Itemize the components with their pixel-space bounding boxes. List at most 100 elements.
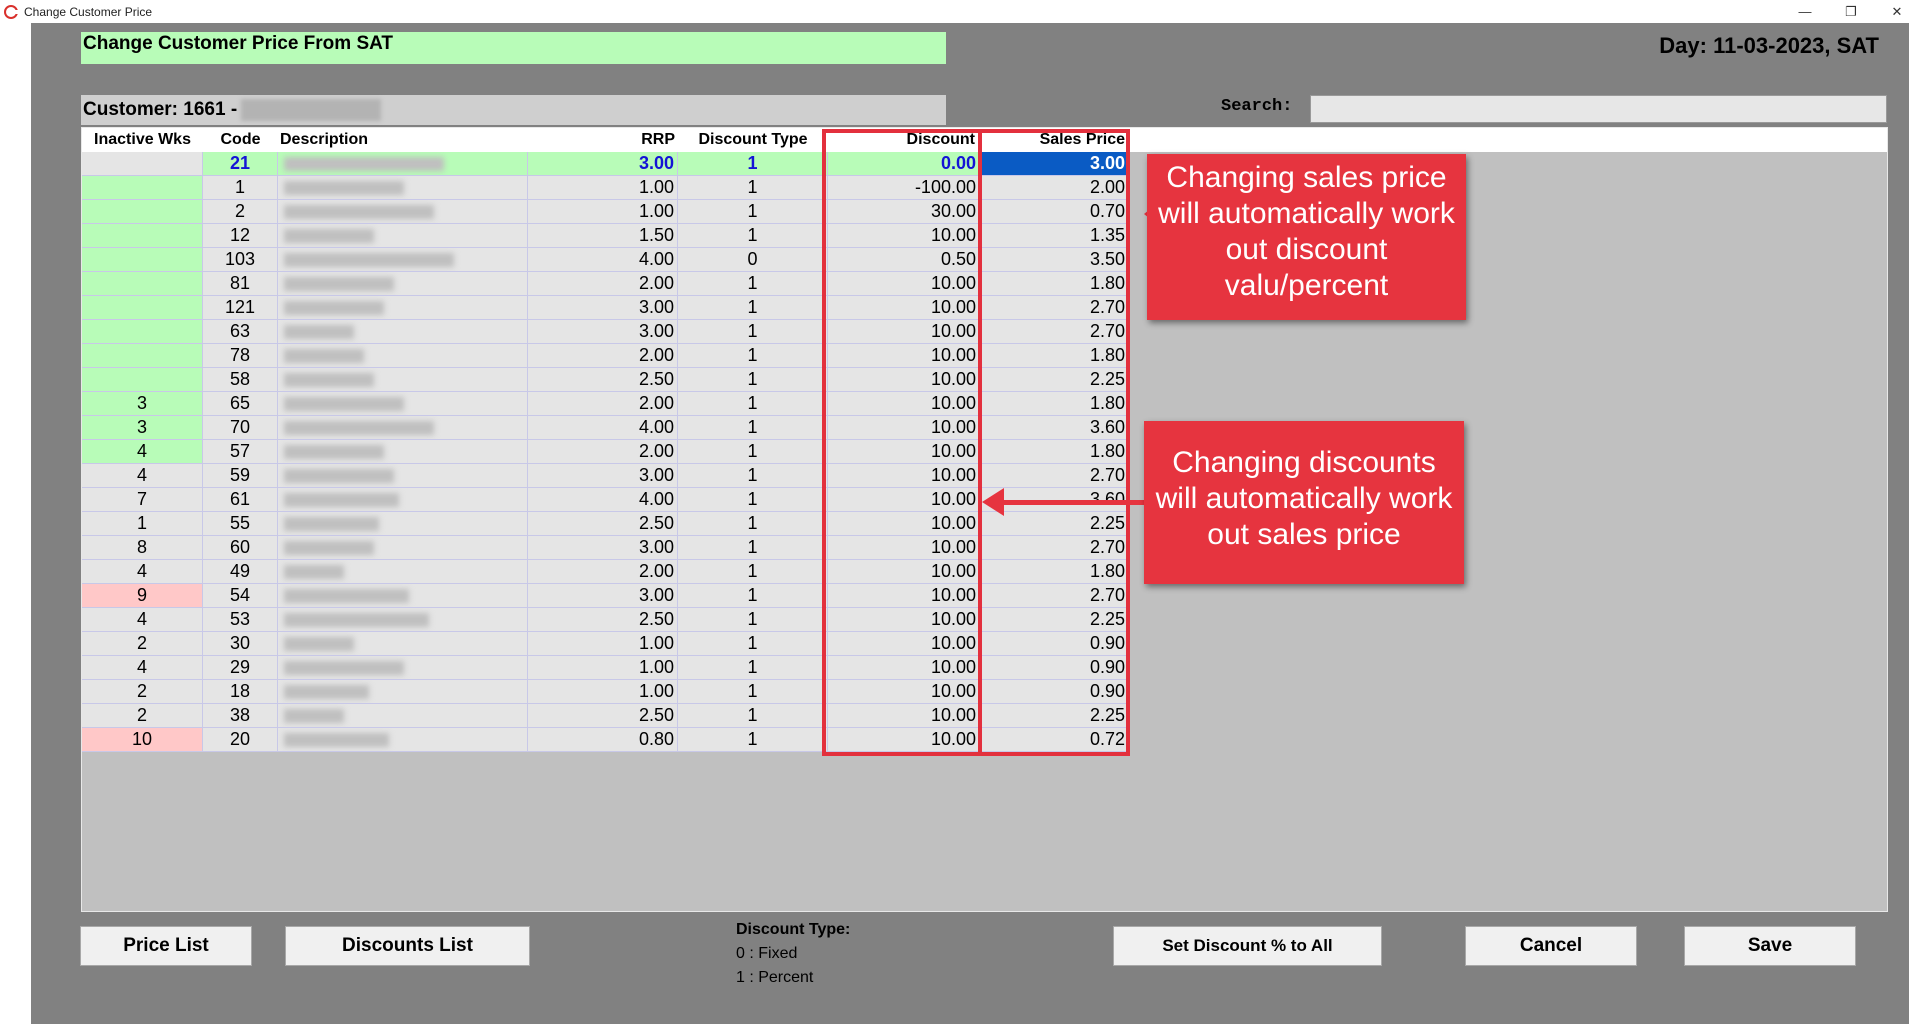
cell-sales-price[interactable]: 1.80 bbox=[979, 344, 1129, 368]
cell-sales-price[interactable]: 2.70 bbox=[979, 464, 1129, 488]
search-input[interactable] bbox=[1310, 95, 1887, 123]
cell-discount[interactable]: 10.00 bbox=[828, 344, 979, 368]
cell-discount[interactable]: 10.00 bbox=[828, 560, 979, 584]
cell-discount[interactable]: 10.00 bbox=[828, 368, 979, 392]
col-discount[interactable]: Discount bbox=[828, 128, 979, 152]
col-discount-type[interactable]: Discount Type bbox=[678, 128, 828, 152]
cell-discount[interactable]: 30.00 bbox=[828, 200, 979, 224]
cell-description bbox=[278, 416, 528, 440]
cell-sales-price[interactable]: 2.25 bbox=[979, 368, 1129, 392]
discount-arrow-line bbox=[991, 500, 1146, 505]
cell-inactive-wks: 4 bbox=[82, 560, 203, 584]
cell-sales-price[interactable]: 2.00 bbox=[979, 176, 1129, 200]
cell-discount[interactable]: 10.00 bbox=[828, 272, 979, 296]
window-controls: — ❐ ✕ bbox=[1782, 0, 1920, 23]
cell-code: 65 bbox=[203, 392, 278, 416]
discounts-list-button[interactable]: Discounts List bbox=[285, 926, 530, 966]
description-redacted bbox=[284, 445, 384, 459]
cell-sales-price[interactable]: 2.25 bbox=[979, 608, 1129, 632]
cell-sales-price[interactable]: 2.25 bbox=[979, 704, 1129, 728]
cell-sales-price[interactable]: 0.72 bbox=[979, 728, 1129, 752]
cell-sales-price[interactable]: 1.80 bbox=[979, 392, 1129, 416]
cell-discount[interactable]: 10.00 bbox=[828, 728, 979, 752]
cell-discount[interactable]: 10.00 bbox=[828, 392, 979, 416]
cell-discount[interactable]: 10.00 bbox=[828, 704, 979, 728]
cell-sales-price[interactable]: 0.90 bbox=[979, 656, 1129, 680]
col-description[interactable]: Description bbox=[280, 128, 528, 152]
description-redacted bbox=[284, 397, 404, 411]
cell-code: 30 bbox=[203, 632, 278, 656]
cell-inactive-wks bbox=[82, 296, 203, 320]
cell-discount[interactable]: 10.00 bbox=[828, 416, 979, 440]
cell-sales-price[interactable]: 2.70 bbox=[979, 320, 1129, 344]
cell-description bbox=[278, 224, 528, 248]
minimize-icon[interactable]: — bbox=[1782, 0, 1828, 23]
close-icon[interactable]: ✕ bbox=[1874, 0, 1920, 23]
cell-inactive-wks bbox=[82, 200, 203, 224]
cell-inactive-wks bbox=[82, 176, 203, 200]
cell-discount[interactable]: 10.00 bbox=[828, 680, 979, 704]
cell-discount[interactable]: 10.00 bbox=[828, 488, 979, 512]
search-label: Search: bbox=[1221, 97, 1293, 116]
price-grid: Inactive Wks Code Description RRP Discou… bbox=[81, 127, 1888, 912]
cell-sales-price[interactable]: 1.80 bbox=[979, 272, 1129, 296]
cell-discount[interactable]: 10.00 bbox=[828, 608, 979, 632]
cell-discount[interactable]: 0.00 bbox=[828, 152, 979, 176]
col-rrp[interactable]: RRP bbox=[528, 128, 678, 152]
cell-discount[interactable]: 10.00 bbox=[828, 656, 979, 680]
cancel-button[interactable]: Cancel bbox=[1465, 926, 1637, 966]
cell-inactive-wks: 9 bbox=[82, 584, 203, 608]
cell-discount[interactable]: 10.00 bbox=[828, 584, 979, 608]
cell-discount-type: 1 bbox=[678, 152, 828, 176]
cell-sales-price[interactable]: 0.70 bbox=[979, 200, 1129, 224]
cell-discount[interactable]: 10.00 bbox=[828, 296, 979, 320]
price-list-button[interactable]: Price List bbox=[80, 926, 252, 966]
cell-discount[interactable]: 0.50 bbox=[828, 248, 979, 272]
cell-rrp: 2.50 bbox=[528, 608, 678, 632]
cell-sales-price[interactable]: 1.80 bbox=[979, 560, 1129, 584]
cell-discount-type: 1 bbox=[678, 272, 828, 296]
cell-description bbox=[278, 320, 528, 344]
cell-discount-type: 0 bbox=[678, 248, 828, 272]
cell-discount[interactable]: 10.00 bbox=[828, 224, 979, 248]
set-discount-all-button[interactable]: Set Discount % to All bbox=[1113, 926, 1382, 966]
cell-rrp: 2.00 bbox=[528, 272, 678, 296]
discount-callout: Changing discounts will automatically wo… bbox=[1144, 421, 1464, 584]
cell-code: 53 bbox=[203, 608, 278, 632]
cell-sales-price[interactable]: 3.00 bbox=[979, 152, 1129, 176]
cell-code: 12 bbox=[203, 224, 278, 248]
cell-code: 63 bbox=[203, 320, 278, 344]
cell-sales-price[interactable]: 0.90 bbox=[979, 632, 1129, 656]
discount-type-percent: 1 : Percent bbox=[736, 969, 814, 986]
cell-sales-price[interactable]: 2.70 bbox=[979, 296, 1129, 320]
cell-inactive-wks bbox=[82, 368, 203, 392]
cell-discount[interactable]: 10.00 bbox=[828, 536, 979, 560]
cell-sales-price[interactable]: 0.90 bbox=[979, 680, 1129, 704]
cell-discount[interactable]: -100.00 bbox=[828, 176, 979, 200]
cell-sales-price[interactable]: 3.50 bbox=[979, 248, 1129, 272]
cell-discount-type: 1 bbox=[678, 440, 828, 464]
cell-sales-price[interactable]: 1.80 bbox=[979, 440, 1129, 464]
restore-icon[interactable]: ❐ bbox=[1828, 0, 1874, 23]
cell-description bbox=[278, 680, 528, 704]
col-inactive-wks[interactable]: Inactive Wks bbox=[82, 128, 203, 152]
cell-description bbox=[278, 632, 528, 656]
cell-discount[interactable]: 10.00 bbox=[828, 512, 979, 536]
cell-discount[interactable]: 10.00 bbox=[828, 464, 979, 488]
cell-rrp: 3.00 bbox=[528, 296, 678, 320]
cell-sales-price[interactable]: 3.60 bbox=[979, 416, 1129, 440]
save-button[interactable]: Save bbox=[1684, 926, 1856, 966]
cell-code: 54 bbox=[203, 584, 278, 608]
cell-description bbox=[278, 704, 528, 728]
cell-discount[interactable]: 10.00 bbox=[828, 632, 979, 656]
cell-discount[interactable]: 10.00 bbox=[828, 440, 979, 464]
cell-discount[interactable]: 10.00 bbox=[828, 320, 979, 344]
cell-rrp: 4.00 bbox=[528, 488, 678, 512]
description-redacted bbox=[284, 325, 354, 339]
cell-sales-price[interactable]: 2.70 bbox=[979, 584, 1129, 608]
cell-discount-type: 1 bbox=[678, 512, 828, 536]
cell-sales-price[interactable]: 2.70 bbox=[979, 536, 1129, 560]
col-code[interactable]: Code bbox=[203, 128, 278, 152]
col-sales-price[interactable]: Sales Price bbox=[979, 128, 1129, 152]
cell-sales-price[interactable]: 1.35 bbox=[979, 224, 1129, 248]
